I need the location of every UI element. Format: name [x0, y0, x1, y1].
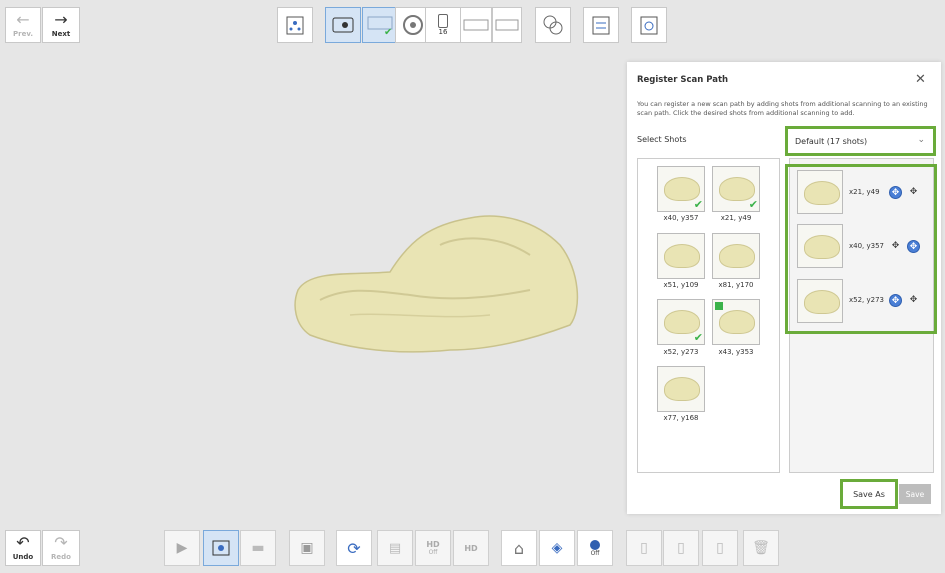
undo-icon: ↶: [16, 533, 30, 552]
gear-icon: [403, 15, 423, 35]
play-icon: ▶: [176, 540, 188, 556]
file-tool-1[interactable]: ▯: [626, 530, 662, 566]
prev-button[interactable]: ← Prev.: [5, 7, 41, 43]
select-shots-label: Select Shots: [637, 135, 687, 144]
shot-label: x81, y170: [718, 281, 754, 289]
delete-tool[interactable]: 🗑: [743, 530, 779, 566]
lower-arch-tool[interactable]: [492, 7, 522, 43]
arch-check-icon: ✔: [367, 16, 393, 37]
step-count-tool[interactable]: 16: [425, 7, 461, 43]
check-clipboard-icon: [640, 16, 658, 35]
dental-model-3d[interactable]: [290, 200, 590, 370]
printer-icon: ▤: [388, 540, 402, 556]
save-as-button[interactable]: Save As: [840, 479, 898, 509]
shot-label: x21, y49: [720, 214, 752, 222]
shot-thumbnail[interactable]: ✔: [657, 166, 705, 212]
rotate-icon[interactable]: ✥: [889, 294, 902, 307]
occlusion-icon: [543, 15, 563, 35]
file-icon: ▯: [640, 540, 648, 556]
dialog-description: You can register a new scan path by addi…: [637, 100, 928, 117]
lower-arch-icon: [495, 19, 519, 31]
save-button[interactable]: Save: [899, 484, 931, 504]
file-upload-icon: ▯: [716, 540, 724, 556]
tooth-tool[interactable]: ⌂: [501, 530, 537, 566]
file-export-icon: ▯: [677, 540, 685, 556]
toggle-off-tool[interactable]: Off: [577, 530, 613, 566]
shot-label: x51, y109: [663, 281, 699, 289]
check-icon: ✔: [693, 331, 703, 344]
redo-icon: ↷: [54, 533, 68, 552]
path-shot-label: x21, y49: [849, 188, 880, 196]
workflow-tool[interactable]: [277, 7, 313, 43]
path-shot-label: x40, y357: [849, 242, 885, 250]
settings-clipboard-icon: [592, 16, 610, 35]
move-icon[interactable]: ✥: [907, 186, 920, 199]
cube-icon: ◈: [551, 540, 563, 556]
path-shot-thumbnail[interactable]: [797, 170, 843, 214]
move-icon[interactable]: ✥: [889, 240, 902, 253]
shot-thumbnail[interactable]: ✔: [712, 166, 760, 212]
chevron-down-icon: ⌄: [917, 135, 925, 145]
check-icon: ✔: [693, 198, 703, 211]
upper-arch-icon: [463, 19, 489, 31]
dialog-title: Register Scan Path: [637, 75, 729, 85]
shot-label: x52, y273: [663, 348, 699, 356]
rotate-icon[interactable]: ✥: [889, 186, 902, 199]
cube-tool[interactable]: ◈: [539, 530, 575, 566]
review-tool[interactable]: [631, 7, 667, 43]
move-icon[interactable]: ✥: [907, 294, 920, 307]
trash-icon: 🗑: [752, 540, 770, 556]
path-shot-thumbnail[interactable]: [797, 279, 843, 323]
rotate-icon[interactable]: ✥: [907, 240, 920, 253]
arrow-left-icon: ←: [16, 10, 30, 29]
screen-icon: ▣: [300, 540, 314, 556]
shot-thumbnail[interactable]: [657, 366, 705, 412]
minus-circle-icon: [590, 539, 600, 550]
upper-arch-tool[interactable]: [460, 7, 492, 43]
shot-thumbnail[interactable]: [712, 233, 760, 279]
shot-label: x40, y357: [663, 214, 699, 222]
tooth-icon: ⌂: [513, 538, 525, 558]
redo-button[interactable]: ↷ Redo: [42, 530, 80, 566]
path-shot-thumbnail[interactable]: [797, 224, 843, 268]
shot-thumbnail[interactable]: [712, 299, 760, 345]
hd-off-tool[interactable]: HD Off: [415, 530, 451, 566]
svg-text:✔: ✔: [384, 27, 392, 37]
register-tool[interactable]: [203, 530, 239, 566]
undo-button[interactable]: ↶ Undo: [5, 530, 41, 566]
file-tool-2[interactable]: ▯: [663, 530, 699, 566]
device-icon: [438, 14, 448, 28]
tool-6[interactable]: ▤: [377, 530, 413, 566]
shot-label: x43, y353: [718, 348, 754, 356]
path-shot-label: x52, y273: [849, 296, 885, 304]
arch-tool[interactable]: ✔: [362, 7, 398, 43]
next-button[interactable]: → Next: [42, 7, 80, 43]
shot-thumbnail[interactable]: ✔: [657, 299, 705, 345]
arrow-right-icon: →: [54, 10, 68, 29]
close-icon[interactable]: ✕: [915, 72, 926, 87]
play-tool[interactable]: ▶: [164, 530, 200, 566]
hd-tool-2[interactable]: HD: [453, 530, 489, 566]
settings-tool[interactable]: [583, 7, 619, 43]
tool-4[interactable]: ▣: [289, 530, 325, 566]
shot-label: x77, y168: [663, 414, 699, 422]
scanner-tip-icon: ▬: [251, 540, 265, 556]
scan-tool[interactable]: [325, 7, 361, 43]
check-icon: ✔: [748, 198, 758, 211]
shot-set-dropdown[interactable]: Default (17 shots) ⌄: [785, 126, 936, 156]
file-tool-3[interactable]: ▯: [702, 530, 738, 566]
clipboard-tree-icon: [286, 16, 304, 35]
added-badge-icon: [715, 302, 723, 310]
shot-thumbnail[interactable]: [657, 233, 705, 279]
tool-3[interactable]: ▬: [240, 530, 276, 566]
register-icon: [212, 540, 230, 556]
scanner-icon: [332, 17, 354, 33]
rotate-view-tool[interactable]: ⟳: [336, 530, 372, 566]
rotate-icon: ⟳: [347, 538, 361, 558]
occlusion-tool[interactable]: [535, 7, 571, 43]
